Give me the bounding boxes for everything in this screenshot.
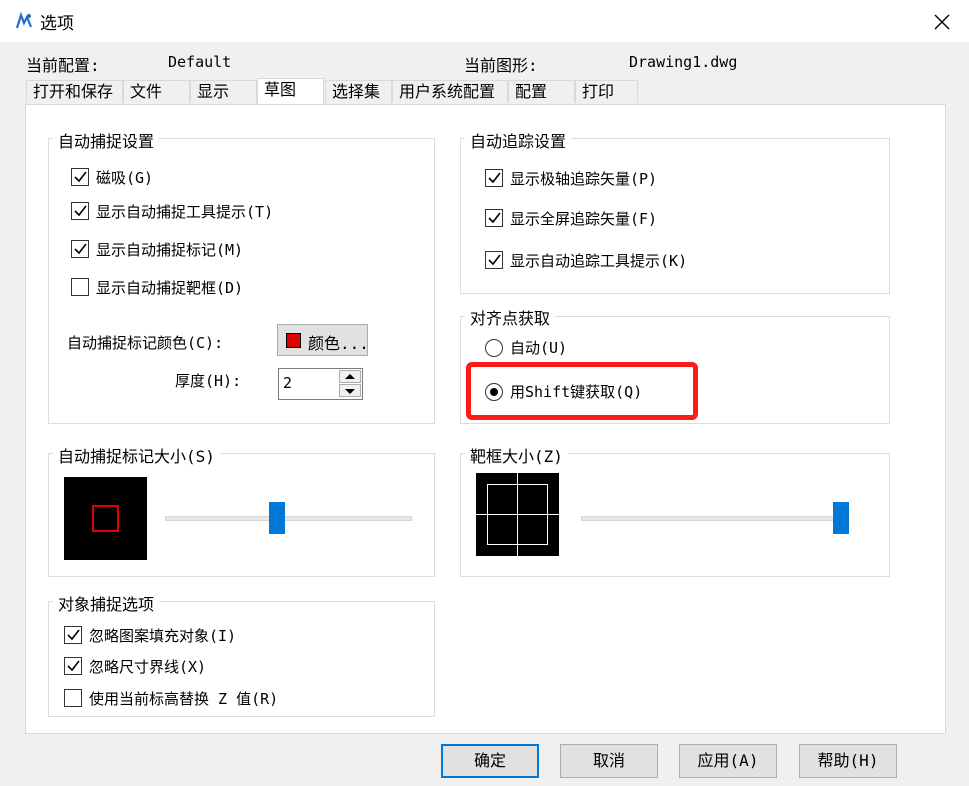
color-button[interactable]: 颜色... — [277, 324, 369, 356]
window-title: 选项 — [40, 14, 74, 34]
autosnap-tooltip-checkbox[interactable] — [71, 202, 89, 220]
title-bar — [0, 0, 969, 42]
auto-radio[interactable] — [485, 339, 503, 357]
autotrack-title: 自动追踪设置 — [465, 128, 572, 152]
marker-square-icon — [92, 505, 119, 532]
spin-down-icon[interactable] — [339, 384, 361, 397]
thickness-label: 厚度(H): — [175, 372, 242, 390]
aperture-size-title: 靶框大小(Z) — [465, 443, 568, 467]
magnet-checkbox[interactable] — [71, 168, 89, 186]
autosnap-marker-label: 显示自动捕捉标记(M) — [96, 241, 244, 259]
tab-drafting[interactable]: 草图 — [257, 78, 324, 104]
current-profile-label: 当前配置: — [26, 56, 100, 75]
tab-plot[interactable]: 打印 — [575, 80, 638, 103]
aperture-preview — [476, 473, 559, 556]
polar-vector-label: 显示极轴追踪矢量(P) — [510, 170, 658, 188]
aperture-size-track[interactable] — [581, 516, 849, 521]
color-swatch — [286, 333, 301, 348]
tab-files[interactable]: 文件 — [123, 80, 190, 103]
fullscreen-vector-checkbox[interactable] — [485, 209, 503, 227]
apply-button[interactable]: 应用(A) — [679, 744, 777, 778]
autosnap-aperture-checkbox[interactable] — [71, 278, 89, 296]
spin-up-icon[interactable] — [339, 370, 361, 383]
autotrack-tooltip-checkbox[interactable] — [485, 251, 503, 269]
marker-size-slider[interactable] — [268, 502, 285, 534]
tab-open-save[interactable]: 打开和保存 — [26, 80, 123, 103]
aperture-crosshair-icon — [476, 473, 559, 556]
marker-size-title: 自动捕捉标记大小(S) — [53, 443, 220, 467]
color-button-label: 颜色... — [308, 334, 369, 353]
tab-user-preferences[interactable]: 用户系统配置 — [392, 80, 508, 103]
replace-z-checkbox[interactable] — [64, 689, 82, 707]
current-drawing-label: 当前图形: — [464, 56, 538, 75]
marker-preview — [64, 477, 147, 560]
ignore-hatch-checkbox[interactable] — [64, 626, 82, 644]
autosnap-aperture-label: 显示自动捕捉靶框(D) — [96, 279, 244, 297]
autotrack-tooltip-label: 显示自动追踪工具提示(K) — [510, 252, 688, 270]
help-button[interactable]: 帮助(H) — [799, 744, 897, 778]
ignore-dimension-checkbox[interactable] — [64, 657, 82, 675]
ok-button[interactable]: 确定 — [441, 744, 539, 778]
ignore-hatch-label: 忽略图案填充对象(I) — [89, 627, 237, 645]
app-icon — [15, 11, 33, 29]
tab-profiles[interactable]: 配置 — [508, 80, 575, 103]
cancel-button[interactable]: 取消 — [560, 744, 658, 778]
fullscreen-vector-label: 显示全屏追踪矢量(F) — [510, 210, 658, 228]
polar-vector-checkbox[interactable] — [485, 169, 503, 187]
close-icon[interactable] — [928, 8, 956, 36]
current-drawing-value: Drawing1.dwg — [629, 53, 738, 71]
current-profile-value: Default — [168, 53, 232, 71]
autosnap-title: 自动捕捉设置 — [53, 128, 160, 152]
ignore-dimension-label: 忽略尺寸界线(X) — [89, 658, 207, 676]
highlight-box — [466, 362, 698, 420]
auto-radio-label: 自动(U) — [510, 339, 568, 357]
autosnap-tooltip-label: 显示自动捕捉工具提示(T) — [96, 203, 274, 221]
thickness-value[interactable]: 2 — [283, 374, 292, 392]
thickness-spinner[interactable]: 2 — [278, 368, 363, 400]
replace-z-label: 使用当前标高替换 Z 值(R) — [89, 690, 279, 708]
alignment-title: 对齐点获取 — [465, 305, 556, 329]
aperture-size-slider[interactable] — [833, 502, 849, 534]
tab-selection[interactable]: 选择集 — [325, 80, 392, 103]
tab-display[interactable]: 显示 — [190, 80, 257, 103]
autosnap-marker-checkbox[interactable] — [71, 240, 89, 258]
marker-color-label: 自动捕捉标记颜色(C): — [67, 334, 224, 352]
marker-size-track[interactable] — [165, 516, 412, 521]
object-snap-title: 对象捕捉选项 — [53, 591, 160, 615]
magnet-label: 磁吸(G) — [96, 169, 154, 187]
